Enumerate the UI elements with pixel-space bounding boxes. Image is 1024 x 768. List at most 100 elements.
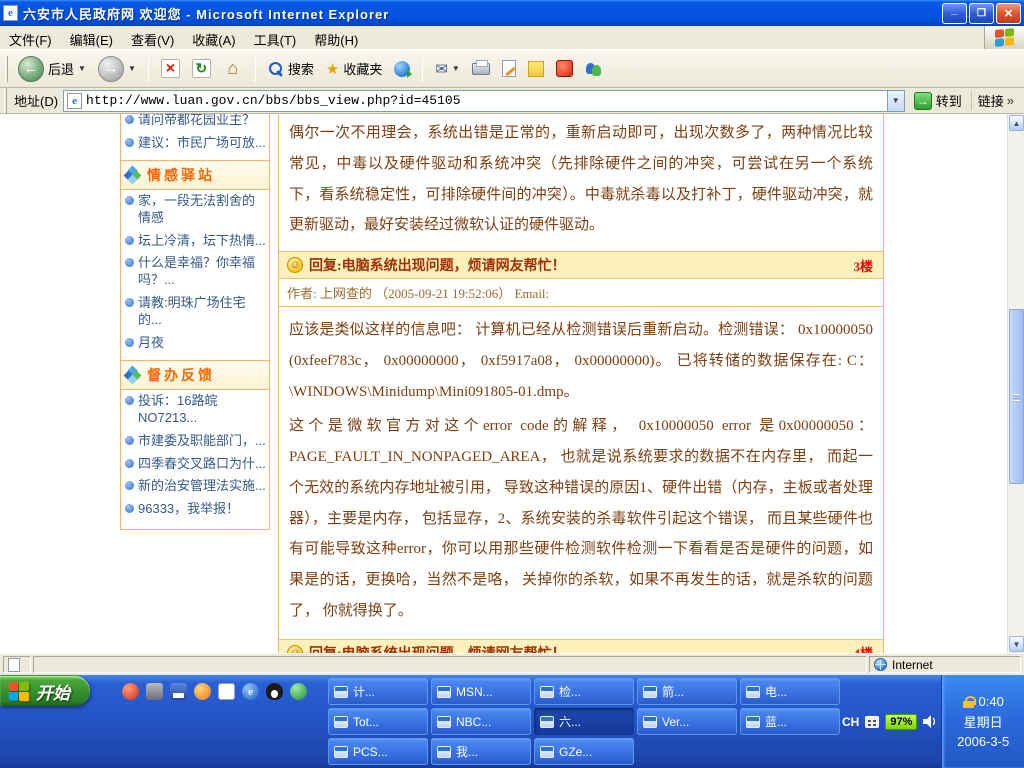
quick-launch-icon-3[interactable] <box>170 683 187 700</box>
back-dropdown-icon[interactable] <box>78 64 86 73</box>
menu-favorites[interactable]: 收藏(A) <box>183 26 244 49</box>
window-icon <box>643 716 657 728</box>
discuss-button[interactable] <box>524 59 548 79</box>
quick-launch-qq-icon[interactable] <box>266 683 283 700</box>
go-button[interactable]: 转到 <box>910 90 966 111</box>
address-url-text: http://www.luan.gov.cn/bbs/bbs_view.php?… <box>86 93 883 108</box>
bullet-icon <box>125 338 134 347</box>
sidebar-link[interactable]: 家，一段无法割舍的情感 <box>121 190 269 230</box>
go-label: 转到 <box>936 91 962 110</box>
scroll-up-button[interactable] <box>1009 115 1024 131</box>
forward-button[interactable] <box>94 54 140 84</box>
battery-indicator[interactable]: 97% <box>885 714 917 730</box>
stop-button[interactable] <box>157 57 184 80</box>
status-page-cell <box>3 656 31 673</box>
menu-view[interactable]: 查看(V) <box>122 26 183 49</box>
task-button[interactable]: PCS... <box>328 738 428 765</box>
ie-page-icon[interactable] <box>3 5 18 21</box>
mail-button[interactable] <box>431 58 464 80</box>
task-button[interactable]: 蓝... <box>740 708 840 735</box>
edit-button[interactable] <box>498 58 520 79</box>
task-button[interactable]: Tot... <box>328 708 428 735</box>
browser-viewport: 请问帝都花园业主？ 建议：市民广场可放... 情感驿站 家，一段无法割舍的情感 … <box>0 114 1024 653</box>
task-button[interactable]: 计... <box>328 678 428 705</box>
quick-launch-icon-4[interactable] <box>194 683 211 700</box>
bullet-icon <box>125 196 134 205</box>
addressbar-grip[interactable] <box>4 88 7 114</box>
clock-time: 0:40 <box>979 694 1004 709</box>
vertical-scrollbar[interactable] <box>1007 114 1024 653</box>
sidebar-link-label: 投诉：16路皖NO7213... <box>138 393 267 427</box>
sidebar-link[interactable]: 请问帝都花园业主？ <box>121 114 269 132</box>
links-bar[interactable]: 链接 <box>971 91 1020 110</box>
task-label: Tot... <box>353 715 379 729</box>
refresh-button[interactable] <box>188 57 215 80</box>
task-button[interactable]: 电... <box>740 678 840 705</box>
task-button[interactable]: GZe... <box>534 738 634 765</box>
window-icon <box>437 716 451 728</box>
sidebar-link[interactable]: 坛上冷清，坛下热情... <box>121 230 269 253</box>
address-dropdown-icon[interactable] <box>887 91 904 111</box>
close-button[interactable] <box>996 3 1021 24</box>
quick-launch-icon-8[interactable] <box>290 683 307 700</box>
sidebar-link[interactable]: 什么是幸福？你幸福吗？... <box>121 252 269 292</box>
browser-window: 六安市人民政府网 欢迎您 - Microsoft Internet Explor… <box>0 0 1024 768</box>
history-button[interactable] <box>390 59 414 79</box>
search-icon <box>268 61 284 77</box>
back-button[interactable]: 后退 <box>14 54 90 84</box>
task-button[interactable]: 箭... <box>637 678 737 705</box>
back-label: 后退 <box>48 59 74 78</box>
home-button[interactable] <box>219 57 247 81</box>
sidebar-link[interactable]: 请教:明珠广场住宅的... <box>121 292 269 332</box>
menu-tools[interactable]: 工具(T) <box>245 26 306 49</box>
security-key-icon[interactable] <box>963 696 974 708</box>
sidebar-link[interactable]: 建议：市民广场可放... <box>121 132 269 155</box>
sidebar-link[interactable]: 市建委及职能部门，... <box>121 430 269 453</box>
favorites-button[interactable]: 收藏夹 <box>322 57 386 80</box>
ime-indicator[interactable]: CH <box>842 715 859 729</box>
window-icon <box>540 716 554 728</box>
task-button[interactable]: 我... <box>431 738 531 765</box>
volume-icon[interactable] <box>923 715 937 728</box>
toolbar-grip[interactable] <box>5 56 8 82</box>
task-button[interactable]: Ver... <box>637 708 737 735</box>
clock[interactable]: 0:40 星期日 2006-3-5 <box>941 675 1024 768</box>
task-button[interactable]: MSN... <box>431 678 531 705</box>
sidebar-link[interactable]: 月夜 <box>121 332 269 355</box>
messenger-icon <box>585 60 602 77</box>
menu-file[interactable]: 文件(F) <box>0 26 61 49</box>
start-button[interactable]: 开始 <box>0 676 90 706</box>
search-button[interactable]: 搜索 <box>264 57 318 80</box>
sidebar-link[interactable]: 96333，我举报！ <box>121 498 269 521</box>
standard-toolbar: 后退 搜索 收藏夹 <box>0 50 1024 88</box>
scroll-down-button[interactable] <box>1009 636 1024 652</box>
scrollbar-thumb[interactable] <box>1009 309 1024 484</box>
sidebar-link[interactable]: 新的治安管理法实施... <box>121 475 269 498</box>
task-button[interactable]: NBC... <box>431 708 531 735</box>
task-button-active[interactable]: 六... <box>534 708 634 735</box>
quick-launch-icon-2[interactable] <box>146 683 163 700</box>
print-button[interactable] <box>468 61 494 77</box>
red-app-button[interactable] <box>552 58 577 79</box>
menu-help[interactable]: 帮助(H) <box>305 26 367 49</box>
task-label: PCS... <box>353 745 388 759</box>
quick-launch-icon-1[interactable] <box>122 683 139 700</box>
section-diamond-icon <box>125 367 141 383</box>
task-button[interactable]: 检... <box>534 678 634 705</box>
maximize-button[interactable] <box>969 3 994 24</box>
sidebar-link-label: 什么是幸福？你幸福吗？... <box>138 255 267 289</box>
address-input[interactable]: http://www.luan.gov.cn/bbs/bbs_view.php?… <box>63 90 905 112</box>
minimize-button[interactable] <box>942 3 967 24</box>
tray-icons: CH 97% <box>842 675 941 768</box>
task-label: 检... <box>559 683 581 700</box>
status-message-cell <box>33 656 867 673</box>
keyboard-icon[interactable] <box>865 716 879 728</box>
sidebar-link[interactable]: 四季春交叉路口为什... <box>121 453 269 476</box>
quick-launch-icon-5[interactable] <box>218 683 235 700</box>
messenger-button[interactable] <box>581 58 606 79</box>
quick-launch-ie-icon[interactable] <box>242 683 259 700</box>
menu-edit[interactable]: 编辑(E) <box>61 26 122 49</box>
sidebar-link[interactable]: 投诉：16路皖NO7213... <box>121 390 269 430</box>
mail-dropdown-icon[interactable] <box>452 64 460 73</box>
forward-dropdown-icon[interactable] <box>128 64 136 73</box>
